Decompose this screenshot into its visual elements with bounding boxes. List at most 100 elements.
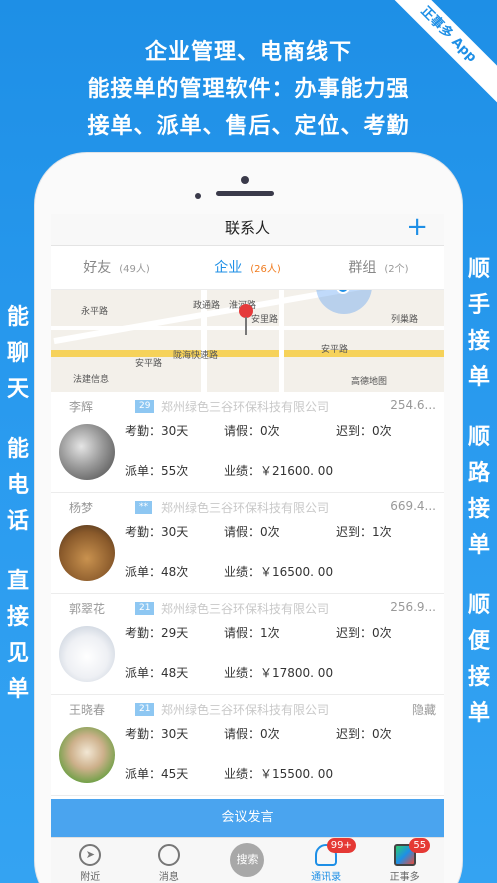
tab-nearby[interactable]: ➤ 附近 xyxy=(51,838,130,883)
contact-header: 李辉 29 郑州绿色三谷环保科技有限公司 254.6... xyxy=(63,398,436,416)
tab-messages-label: 消息 xyxy=(158,872,179,883)
left-feature-2: 能电话 xyxy=(6,437,29,534)
performance-stat: 业绩：￥15500. 00 xyxy=(224,767,334,781)
tab-groups-count: (2个) xyxy=(384,264,409,275)
tab-app-label: 正事多 xyxy=(389,872,420,883)
performance-stat: 业绩：￥17800. 00 xyxy=(224,666,334,680)
contact-distance: 隐藏 xyxy=(411,703,436,717)
contacts-badge: 99+ xyxy=(326,838,356,853)
tab-nearby-label: 附近 xyxy=(80,872,101,883)
tab-groups[interactable]: 群组 (2个) xyxy=(313,246,444,289)
avatar[interactable] xyxy=(59,525,115,581)
tab-enterprise-label: 企业 xyxy=(214,260,243,276)
attendance-stat: 考勤：30天 xyxy=(125,727,189,741)
dispatch-stat: 派单：48天 xyxy=(125,666,189,680)
contact-company: 郑州绿色三谷环保科技有限公司 xyxy=(161,501,330,515)
compass-icon: ➤ xyxy=(79,844,102,866)
contact-tabs: 好友 (49人) 企业 (26人) 群组 (2个) xyxy=(51,246,444,290)
contact-row[interactable]: 王晓春 21 郑州绿色三谷环保科技有限公司 隐藏 考勤：30天 请假：0次 迟到… xyxy=(51,695,444,796)
contact-badge: 29 xyxy=(135,400,155,413)
map-pin-stem xyxy=(245,317,247,335)
earpiece-speaker xyxy=(216,191,274,196)
leave-stat: 请假：0次 xyxy=(224,424,280,438)
contact-company: 郑州绿色三谷环保科技有限公司 xyxy=(161,703,330,717)
page-title: 联系人 xyxy=(224,219,270,237)
contact-company: 郑州绿色三谷环保科技有限公司 xyxy=(161,400,330,414)
front-camera xyxy=(241,176,249,184)
attendance-stat: 考勤：29天 xyxy=(125,626,189,640)
late-stat: 迟到：0次 xyxy=(336,626,392,640)
tab-contacts-label: 通讯录 xyxy=(311,872,342,883)
bottom-tab-bar: ➤ 附近 消息 搜索 通讯录 99+ 正事多 55 xyxy=(51,837,444,883)
left-feature-3: 直接见单 xyxy=(6,569,29,702)
left-feature-column: 能聊天 能电话 直接见单 xyxy=(0,300,36,732)
dispatch-stat: 派单：55次 xyxy=(125,464,189,478)
late-stat: 迟到：1次 xyxy=(336,525,392,539)
contact-row[interactable]: 李辉 29 郑州绿色三谷环保科技有限公司 254.6... 考勤：30天 请假：… xyxy=(51,392,444,493)
add-contact-button[interactable]: + xyxy=(406,214,428,242)
meeting-speak-button[interactable]: 会议发言 xyxy=(51,799,444,837)
map-label: 陇海快速路 xyxy=(173,351,219,361)
late-stat: 迟到：0次 xyxy=(336,727,392,741)
late-stat: 迟到：0次 xyxy=(336,424,392,438)
left-feature-1: 能聊天 xyxy=(6,305,29,402)
app-ribbon: 正事多 App xyxy=(387,0,497,110)
tab-friends[interactable]: 好友 (49人) xyxy=(51,246,182,289)
contact-badge: 21 xyxy=(135,602,155,615)
contact-company: 郑州绿色三谷环保科技有限公司 xyxy=(161,602,330,616)
dispatch-stat: 派单：45天 xyxy=(125,767,189,781)
contact-header: 王晓春 21 郑州绿色三谷环保科技有限公司 隐藏 xyxy=(63,701,436,719)
ribbon-label: 正事多 App xyxy=(387,0,497,110)
map-road xyxy=(279,290,284,392)
tab-search[interactable]: 搜索 xyxy=(208,838,287,883)
performance-stat: 业绩：￥16500. 00 xyxy=(224,565,334,579)
map-label: 列巢路 xyxy=(391,315,419,325)
tab-enterprise-count: (26人) xyxy=(250,264,281,275)
tab-app[interactable]: 正事多 55 xyxy=(365,838,444,883)
headline-line-3: 接单、派单、售后、定位、考勤 xyxy=(87,114,410,139)
attendance-stat: 考勤：30天 xyxy=(125,525,189,539)
phone-screen: 联系人 + 好友 (49人) 企业 (26人) 群组 (2个) 永平路 安平路 陇海快… xyxy=(51,214,444,883)
contact-row[interactable]: 杨梦 ** 郑州绿色三谷环保科技有限公司 669.4... 考勤：30天 请假：… xyxy=(51,493,444,594)
app-badge: 55 xyxy=(409,838,431,853)
attendance-stat: 考勤：30天 xyxy=(125,424,189,438)
chat-bubble-icon xyxy=(157,844,180,866)
tab-contacts[interactable]: 通讯录 99+ xyxy=(287,838,366,883)
performance-stat: 业绩：￥21600. 00 xyxy=(224,464,334,478)
right-feature-2: 顺路接单 xyxy=(467,425,490,558)
contact-name: 杨梦 xyxy=(69,501,94,515)
map-label: 政通路 xyxy=(193,301,221,311)
contact-row[interactable]: 郭翠花 21 郑州绿色三谷环保科技有限公司 256.9... 考勤：29天 请假… xyxy=(51,594,444,695)
contact-name: 李辉 xyxy=(69,400,94,414)
map-label: 永平路 xyxy=(81,307,109,317)
contact-name: 郭翠花 xyxy=(69,602,106,616)
avatar[interactable] xyxy=(59,626,115,682)
map-label: 安平路 xyxy=(321,345,349,355)
search-icon: 搜索 xyxy=(230,843,265,877)
contact-header: 郭翠花 21 郑州绿色三谷环保科技有限公司 256.9... xyxy=(63,600,436,618)
dispatch-stat: 派单：48次 xyxy=(125,565,189,579)
map-label: 安里路 xyxy=(251,315,279,325)
avatar[interactable] xyxy=(59,424,115,480)
nav-bar: 联系人 + xyxy=(51,214,444,246)
proximity-sensor xyxy=(195,193,201,199)
location-map[interactable]: 永平路 安平路 陇海快速路 安平路 法建信息 高德地图 政通路 淮河路 列巢路 … xyxy=(51,290,444,392)
map-label: 法建信息 xyxy=(73,375,110,385)
map-label: 高德地图 xyxy=(351,377,388,387)
map-pin-icon xyxy=(239,304,253,318)
tab-groups-label: 群组 xyxy=(348,260,377,276)
tab-enterprise[interactable]: 企业 (26人) xyxy=(182,246,313,289)
tab-friends-count: (49人) xyxy=(119,264,150,275)
avatar[interactable] xyxy=(59,727,115,783)
map-road xyxy=(51,326,444,330)
map-expressway xyxy=(51,350,444,357)
map-label: 安平路 xyxy=(135,359,163,369)
contact-name: 王晓春 xyxy=(69,703,106,717)
right-feature-column: 顺手接单 顺路接单 顺便接单 xyxy=(461,252,497,756)
contact-badge: ** xyxy=(135,501,152,514)
contact-badge: 21 xyxy=(135,703,155,716)
tab-messages[interactable]: 消息 xyxy=(130,838,209,883)
leave-stat: 请假：0次 xyxy=(224,727,280,741)
right-feature-1: 顺手接单 xyxy=(467,257,490,390)
contact-header: 杨梦 ** 郑州绿色三谷环保科技有限公司 669.4... xyxy=(63,499,436,517)
